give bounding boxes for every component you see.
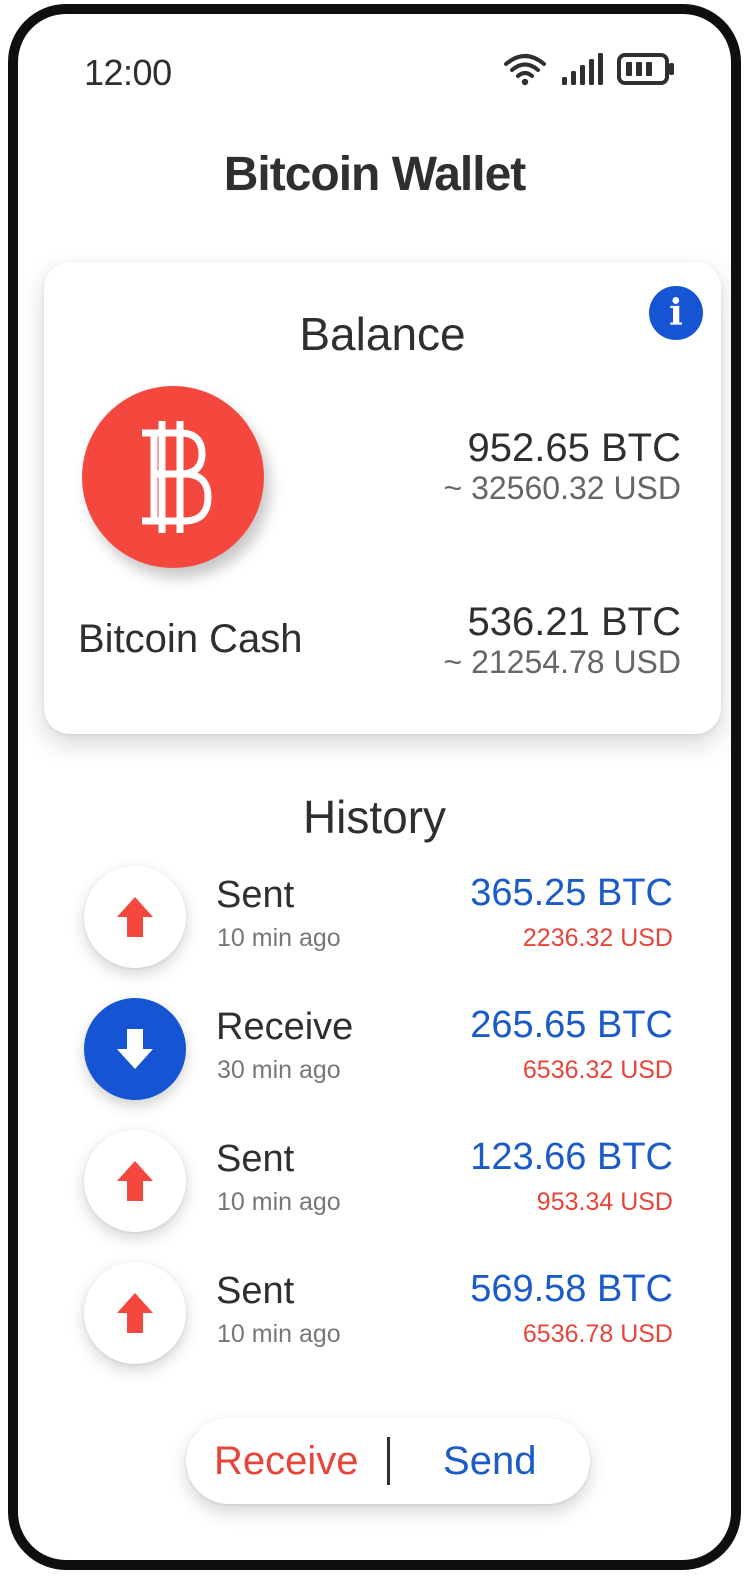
balance-title: Balance xyxy=(299,308,466,360)
transaction-time: 10 min ago xyxy=(217,1188,341,1216)
primary-balance: 952.65 BTC ~ 32560.32 USD xyxy=(444,426,682,506)
arrow-up-icon xyxy=(117,1161,153,1201)
list-item[interactable]: Receive 30 min ago 265.65 BTC 6536.32 US… xyxy=(18,994,731,1104)
status-icons xyxy=(503,52,675,86)
action-bar: Receive Send xyxy=(186,1418,590,1504)
arrow-down-icon xyxy=(117,1029,153,1069)
transaction-btc: 569.58 BTC xyxy=(470,1268,673,1310)
screen: 12:00 Bitcoin Wallet i Balance 952.65 BT… xyxy=(18,14,731,1560)
receive-button[interactable]: Receive xyxy=(186,1439,387,1484)
transaction-type: Sent xyxy=(216,1138,295,1180)
secondary-balance: 536.21 BTC ~ 21254.78 USD xyxy=(444,600,682,680)
arrow-up-icon xyxy=(117,1293,153,1333)
history-title: History xyxy=(302,791,447,843)
bitcoin-cash-label: Bitcoin Cash xyxy=(78,617,303,661)
list-item[interactable]: Sent 10 min ago 123.66 BTC 953.34 USD xyxy=(18,1126,731,1236)
transaction-type: Sent xyxy=(216,874,295,916)
transaction-icon xyxy=(84,998,186,1100)
transaction-time: 10 min ago xyxy=(217,924,341,952)
primary-usd-amount: ~ 32560.32 USD xyxy=(443,470,682,506)
transaction-btc: 365.25 BTC xyxy=(470,872,673,914)
primary-btc-amount: 952.65 BTC xyxy=(467,426,681,470)
status-time: 12:00 xyxy=(84,52,172,93)
transaction-type: Receive xyxy=(216,1006,354,1048)
transaction-icon xyxy=(84,866,186,968)
secondary-usd-amount: ~ 21254.78 USD xyxy=(443,644,682,680)
page-title: Bitcoin Wallet xyxy=(223,148,527,201)
list-item[interactable]: Sent 10 min ago 569.58 BTC 6536.78 USD xyxy=(18,1258,731,1368)
battery-icon xyxy=(617,53,674,85)
transaction-time: 10 min ago xyxy=(217,1320,341,1348)
arrow-up-icon xyxy=(117,897,153,937)
transaction-icon xyxy=(84,1262,186,1364)
secondary-btc-amount: 536.21 BTC xyxy=(467,600,681,644)
transaction-time: 30 min ago xyxy=(217,1056,341,1084)
transaction-usd: 6536.32 USD xyxy=(522,1056,673,1084)
transaction-usd: 6536.78 USD xyxy=(522,1320,673,1348)
transaction-usd: 953.34 USD xyxy=(536,1188,673,1216)
bitcoin-icon xyxy=(82,386,264,568)
transaction-icon xyxy=(84,1130,186,1232)
transaction-btc: 265.65 BTC xyxy=(470,1004,673,1046)
transaction-type: Sent xyxy=(216,1270,295,1312)
wifi-icon xyxy=(504,54,546,86)
list-item[interactable]: Sent 10 min ago 365.25 BTC 2236.32 USD xyxy=(18,862,731,972)
send-button[interactable]: Send xyxy=(390,1439,591,1484)
phone-frame: 12:00 Bitcoin Wallet i Balance 952.65 BT… xyxy=(8,4,741,1570)
signal-icon xyxy=(562,53,603,85)
balance-card: i Balance 952.65 BTC ~ 32560.32 USD Bitc… xyxy=(44,262,721,734)
transaction-usd: 2236.32 USD xyxy=(522,924,673,952)
transaction-btc: 123.66 BTC xyxy=(470,1136,673,1178)
